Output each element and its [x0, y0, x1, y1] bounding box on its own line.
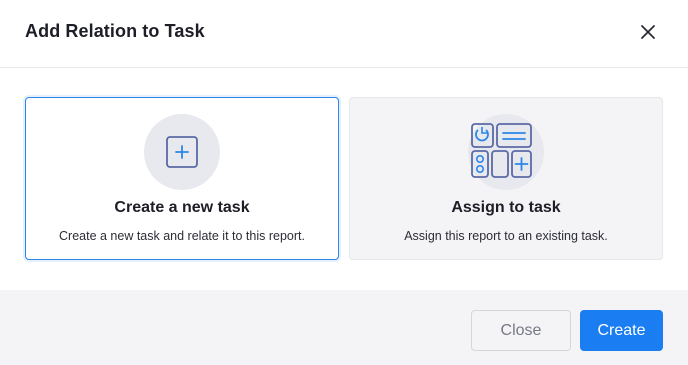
assign-to-task-title: Assign to task [451, 199, 561, 216]
dashboard-widgets-icon [468, 114, 544, 190]
create-new-task-description: Create a new task and relate it to this … [59, 229, 305, 243]
dialog-body: Create a new task Create a new task and … [0, 68, 688, 290]
assign-to-task-description: Assign this report to an existing task. [404, 229, 608, 243]
assign-to-task-option[interactable]: Assign to task Assign this report to an … [349, 97, 663, 260]
add-relation-dialog: Add Relation to Task Create a new task C… [0, 0, 688, 365]
create-new-task-title: Create a new task [114, 199, 250, 216]
dialog-footer: Close Create [0, 290, 688, 365]
close-icon[interactable] [638, 22, 658, 42]
dialog-header: Add Relation to Task [0, 0, 688, 68]
create-button[interactable]: Create [580, 310, 663, 351]
dialog-title: Add Relation to Task [25, 21, 205, 41]
add-square-icon [144, 114, 220, 190]
create-new-task-option[interactable]: Create a new task Create a new task and … [25, 97, 339, 260]
close-button[interactable]: Close [471, 310, 571, 351]
